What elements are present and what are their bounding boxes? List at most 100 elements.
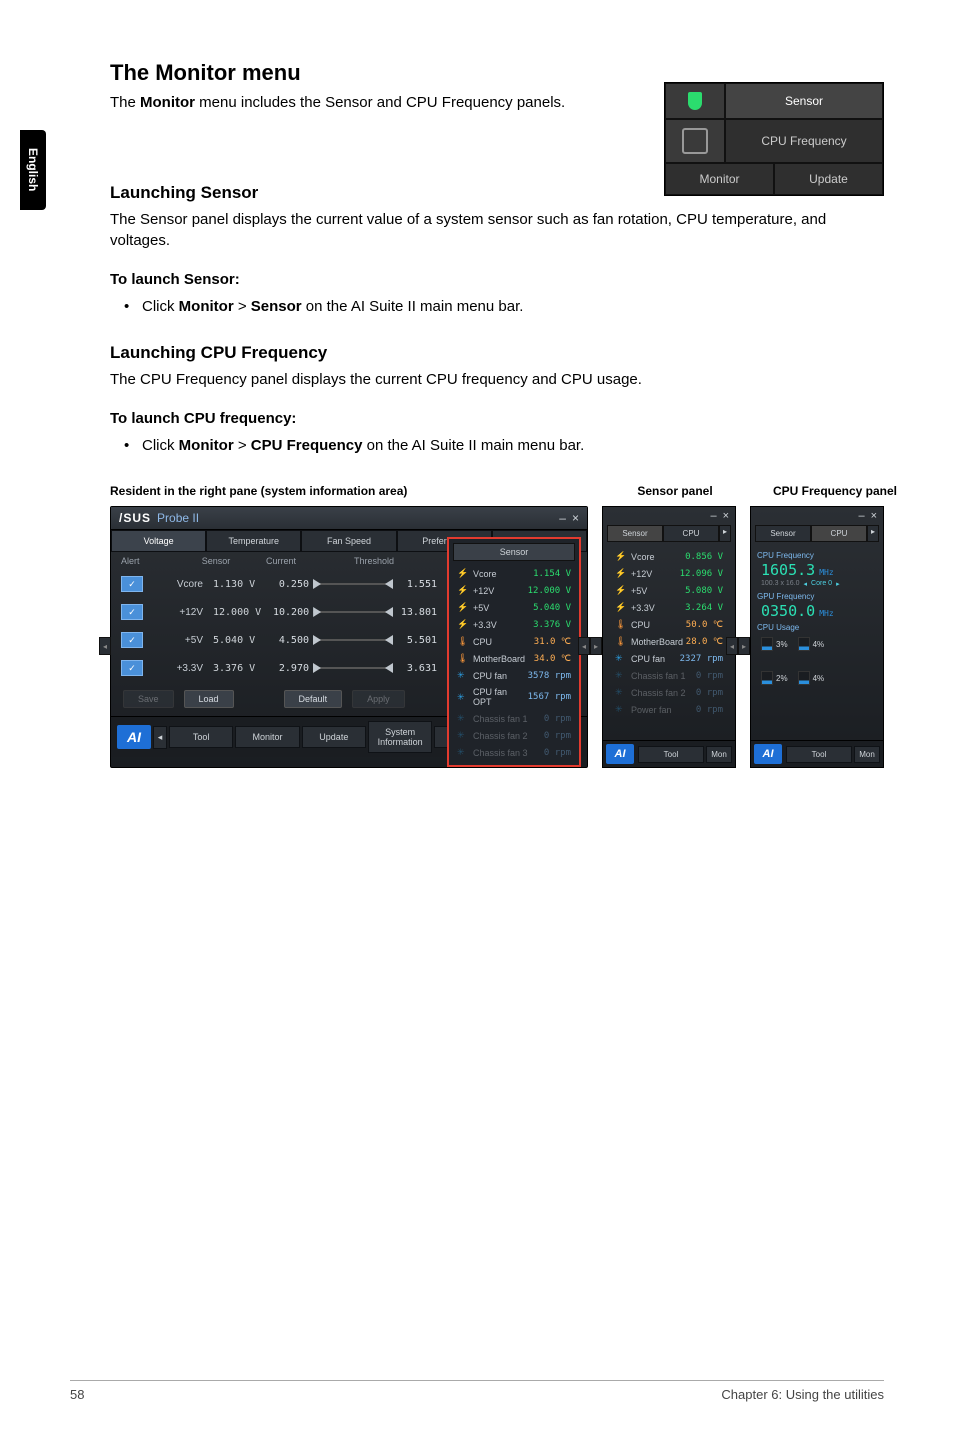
voltage-row: ✓Vcore1.130 V0.2501.551 xyxy=(111,570,447,598)
sensor-value: 0 rpm xyxy=(544,748,571,758)
sensor-name: CPU fan OPT xyxy=(473,687,528,707)
monitor-button[interactable]: Mon xyxy=(706,746,732,763)
sensor-reading-row: ⚡+3.3V3.264 V xyxy=(607,599,731,616)
threshold-high: 1.551 xyxy=(397,579,437,590)
threshold-high: 3.631 xyxy=(397,663,437,674)
cpu-glyph-icon xyxy=(682,128,708,154)
cpu-nav-left2[interactable]: ◂ xyxy=(726,637,738,655)
sensor-value: 5.080 V xyxy=(685,586,723,596)
tab-scroll-right[interactable]: ▸ xyxy=(719,525,731,542)
voltage-row: ✓+3.3V3.376 V2.9703.631 xyxy=(111,654,447,682)
threshold-slider[interactable] xyxy=(313,578,393,590)
alert-checkbox[interactable]: ✓ xyxy=(121,576,143,592)
alert-checkbox[interactable]: ✓ xyxy=(121,632,143,648)
minimize-button[interactable]: – xyxy=(858,510,864,522)
sensor-tab[interactable]: Sensor xyxy=(755,525,811,542)
close-button[interactable]: × xyxy=(871,510,877,522)
sensor-type-icon: ⚡ xyxy=(615,585,627,596)
sensor-reading-row: ✳ CPU fan3578 rpm xyxy=(449,667,579,684)
sensor-reading-row: ⚡+3.3V3.376 V xyxy=(449,616,579,633)
close-button[interactable]: × xyxy=(723,510,729,522)
sensor-type-icon: ⚡ xyxy=(457,602,469,613)
bottom-tool-button[interactable]: Tool xyxy=(169,726,233,748)
sensor-value: 5.040 V xyxy=(533,603,571,613)
sensor-name: +12V xyxy=(631,569,680,579)
close-button[interactable]: × xyxy=(572,511,579,525)
sensor-value: 1567 rpm xyxy=(528,692,571,702)
bottom-update-button[interactable]: Update xyxy=(302,726,366,748)
sensor-type-icon: ✳ xyxy=(457,670,469,681)
ai-suite-logo-icon: AI xyxy=(606,744,634,764)
sensor-reading-row: 🌡CPU31.0 ℃ xyxy=(449,633,579,650)
monitor-button[interactable]: Mon xyxy=(854,746,880,763)
sensor-nav-left[interactable]: ▸ xyxy=(590,637,602,655)
sensor-type-icon: ⚡ xyxy=(615,568,627,579)
sensor-name: Vcore xyxy=(631,552,685,562)
monitor-tab-button[interactable]: Monitor xyxy=(665,163,774,195)
probe-nav-left[interactable]: ◂ xyxy=(99,637,111,655)
sensor-panel-window: – × Sensor CPU ▸ ⚡Vcore0.856 V⚡+12V12.09… xyxy=(602,506,736,768)
cpu-frequency-label: CPU Frequency xyxy=(757,551,877,560)
cpu-tab[interactable]: CPU xyxy=(663,525,719,542)
threshold-slider[interactable] xyxy=(313,606,393,618)
bullet-icon: • xyxy=(124,298,142,315)
sensor-reading-row: ⚡+12V12.000 V xyxy=(449,582,579,599)
sensor-name: MotherBoard xyxy=(473,654,534,664)
sensor-type-icon: ⚡ xyxy=(615,551,627,562)
sensor-name: Chassis fan 2 xyxy=(473,731,544,741)
sensor-side-title: Sensor xyxy=(453,543,575,561)
freq-nav-right[interactable]: ▸ xyxy=(836,580,840,588)
sensor-reading-row: ⚡Vcore0.856 V xyxy=(607,548,731,565)
save-button[interactable]: Save xyxy=(123,690,174,708)
threshold-slider[interactable] xyxy=(313,634,393,646)
launching-cpu-heading: Launching CPU Frequency xyxy=(110,343,884,363)
bottom-system-information-button[interactable]: System Information xyxy=(368,721,432,753)
apply-button[interactable]: Apply xyxy=(352,690,405,708)
cpu-tab[interactable]: CPU xyxy=(811,525,867,542)
probe-tab-fan-speed[interactable]: Fan Speed xyxy=(301,530,396,552)
load-button[interactable]: Load xyxy=(184,690,234,708)
sensor-value: 2327 rpm xyxy=(680,654,723,664)
update-tab-button[interactable]: Update xyxy=(774,163,883,195)
cpu-frequency-value: 1605.3MHz xyxy=(755,561,879,579)
alert-checkbox[interactable]: ✓ xyxy=(121,660,143,676)
sensor-reading-row: ⚡Vcore1.154 V xyxy=(449,565,579,582)
default-button[interactable]: Default xyxy=(284,690,343,708)
caption-cpu-panel: CPU Frequency panel xyxy=(760,484,910,498)
minimize-button[interactable]: – xyxy=(710,510,716,522)
minimize-button[interactable]: – xyxy=(559,511,566,525)
usage-percent: 2% xyxy=(776,674,788,683)
sensor-value: 0 rpm xyxy=(544,714,571,724)
alert-checkbox[interactable]: ✓ xyxy=(121,604,143,620)
usage-bar-icon xyxy=(761,671,773,685)
sensor-type-icon: ⚡ xyxy=(615,602,627,613)
sensor-value: 3578 rpm xyxy=(528,671,571,681)
sensor-name: CPU fan xyxy=(473,671,528,681)
sensor-reading-row: ✳Chassis fan 20 rpm xyxy=(607,684,731,701)
sensor-nav-left2[interactable]: ◂ xyxy=(578,637,590,655)
sensor-menu-item[interactable]: Sensor xyxy=(725,83,883,119)
bottom-monitor-button[interactable]: Monitor xyxy=(235,726,299,748)
sensor-type-icon: 🌡 xyxy=(457,636,469,647)
freq-nav-left[interactable]: ◂ xyxy=(804,580,808,588)
sensor-description: The Sensor panel displays the current va… xyxy=(110,209,884,251)
probe-tab-temperature[interactable]: Temperature xyxy=(206,530,301,552)
sensor-value: 34.0 ℃ xyxy=(534,654,571,664)
sensor-tab[interactable]: Sensor xyxy=(607,525,663,542)
tab-scroll-right[interactable]: ▸ xyxy=(867,525,879,542)
cpu-usage-label: CPU Usage xyxy=(757,623,877,632)
threshold-high: 13.801 xyxy=(397,607,437,618)
bottom-nav-left[interactable]: ◂ xyxy=(153,726,167,749)
threshold-slider[interactable] xyxy=(313,662,393,674)
tool-button[interactable]: Tool xyxy=(786,746,852,763)
usage-percent: 4% xyxy=(813,640,825,649)
threshold-low: 10.200 xyxy=(273,607,309,618)
probe-tab-voltage[interactable]: Voltage xyxy=(111,530,206,552)
sensor-name: Chassis fan 1 xyxy=(473,714,544,724)
usage-percent: 4% xyxy=(813,674,825,683)
cpu-nav-left[interactable]: ▸ xyxy=(738,637,750,655)
sensor-name: +3.3V xyxy=(143,663,213,674)
voltage-row: ✓+5V5.040 V4.5005.501 xyxy=(111,626,447,654)
tool-button[interactable]: Tool xyxy=(638,746,704,763)
cpu-frequency-menu-item[interactable]: CPU Frequency xyxy=(725,119,883,163)
